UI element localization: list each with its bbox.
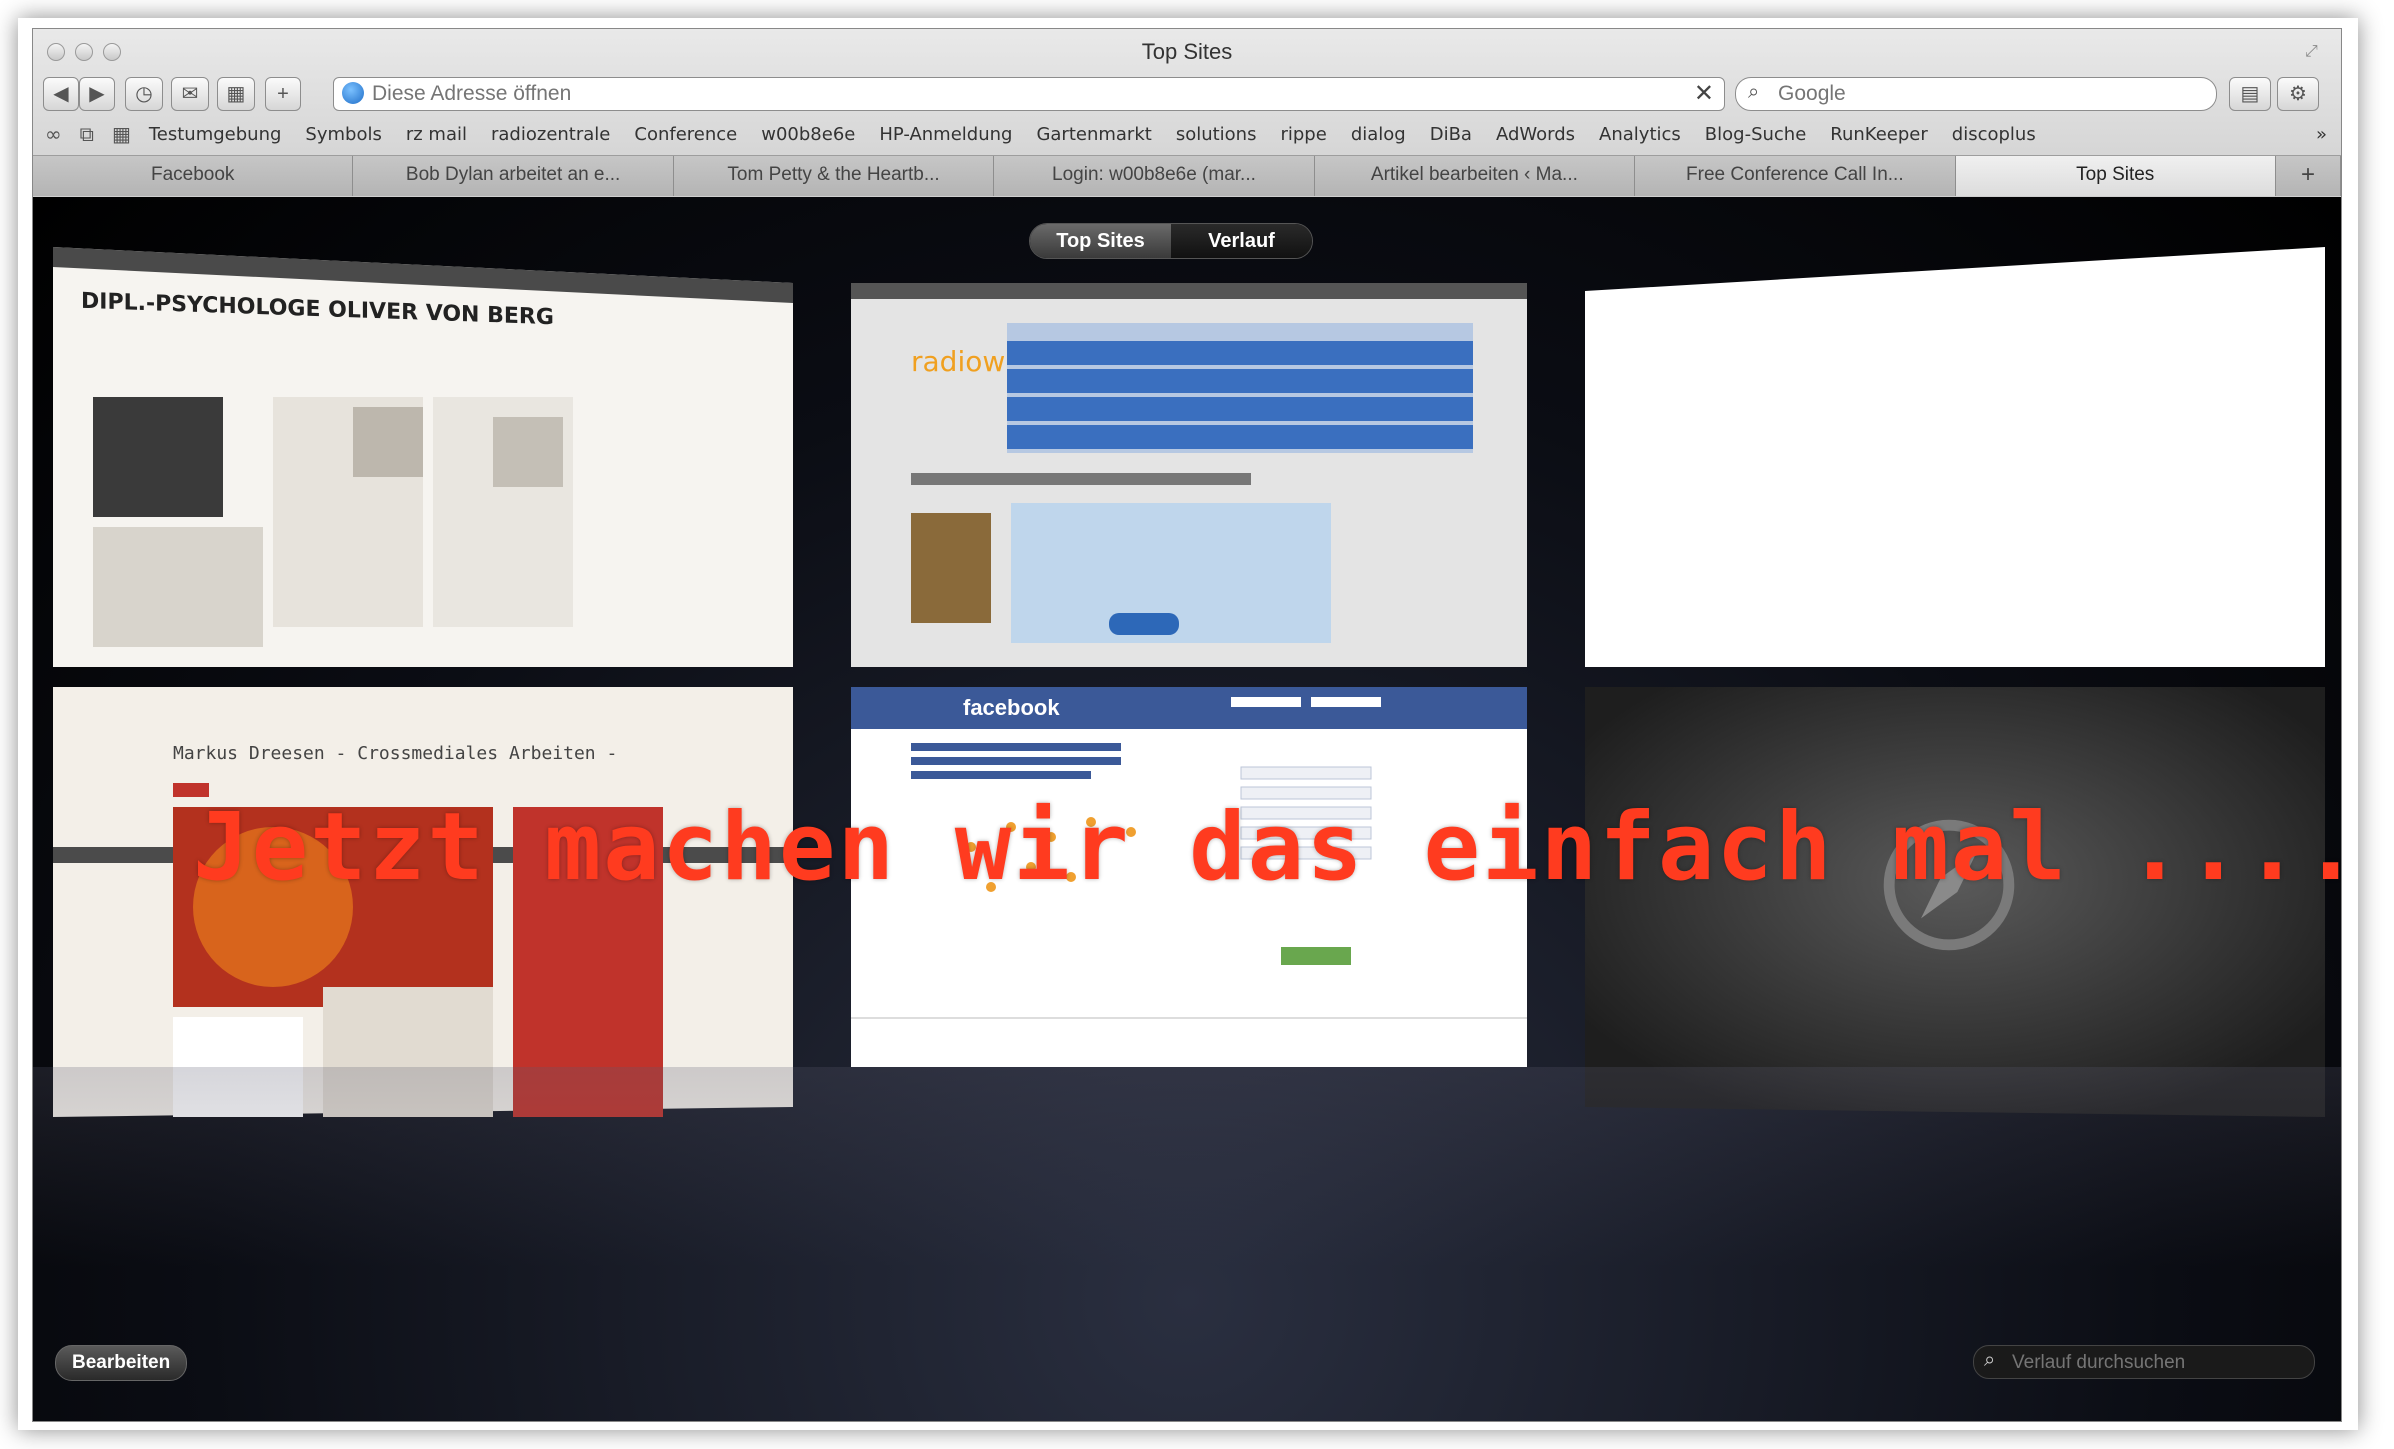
edit-button[interactable]: Bearbeiten	[55, 1345, 188, 1381]
bookmark-item[interactable]: rz mail	[406, 124, 467, 145]
floor-reflection	[33, 1067, 2341, 1267]
top-sites-view: Top Sites Verlauf DIPL.-PSYCHOLOGE OLIVE…	[33, 197, 2341, 1421]
tile-blank[interactable]	[1585, 247, 2325, 667]
tab-top-sites-view[interactable]: Top Sites	[1030, 224, 1171, 258]
bookmarks-book-icon[interactable]: ⧉	[80, 122, 94, 146]
tile-safari[interactable]	[1585, 687, 2325, 1117]
search-icon: ⌕	[1984, 1349, 1996, 1371]
bookmark-item[interactable]: dialog	[1351, 124, 1406, 145]
tab[interactable]: Facebook	[33, 156, 354, 196]
overlay-caption: Jetzt machen wir das einfach mal ....	[193, 793, 2342, 902]
tab-bar: Facebook Bob Dylan arbeitet an e... Tom …	[33, 155, 2341, 196]
address-bar[interactable]: ✕	[333, 77, 1725, 111]
view-switcher: Top Sites Verlauf	[1029, 223, 1313, 259]
bookmark-item[interactable]: Analytics	[1599, 124, 1681, 145]
back-button[interactable]: ◀	[43, 77, 79, 111]
tile-heading: radiow	[911, 345, 1006, 378]
stop-icon[interactable]: ✕	[1694, 78, 1714, 110]
history-search-input[interactable]	[2010, 1349, 2304, 1377]
mail-icon[interactable]: ✉	[171, 77, 209, 111]
bookmark-item[interactable]: discoplus	[1952, 124, 2036, 145]
browser-chrome: Top Sites ⤢ ◀ ▶ ◷ ✉ ▦ + ✕ ⌕ ▤ ⚙ ∞ ⧉ ▦	[33, 29, 2341, 198]
history-icon[interactable]: ◷	[125, 77, 163, 111]
tab[interactable]: Bob Dylan arbeitet an e...	[353, 156, 674, 196]
tab[interactable]: Tom Petty & the Heartb...	[674, 156, 995, 196]
bookmark-item[interactable]: HP-Anmeldung	[879, 124, 1012, 145]
bookmark-item[interactable]: solutions	[1176, 124, 1257, 145]
bookmark-item[interactable]: AdWords	[1496, 124, 1575, 145]
tile-heading: Markus Dreesen - Crossmediales Arbeiten …	[173, 743, 618, 764]
bookmark-item[interactable]: DiBa	[1430, 124, 1472, 145]
search-field[interactable]: ⌕	[1735, 77, 2217, 111]
tab[interactable]: Login: w00b8e6e (mar...	[994, 156, 1315, 196]
search-input[interactable]	[1776, 80, 2200, 108]
fullscreen-icon[interactable]: ⤢	[2305, 43, 2323, 61]
reader-glasses-icon[interactable]: ∞	[45, 122, 62, 146]
new-tab-button[interactable]: +	[2276, 156, 2341, 196]
forward-button[interactable]: ▶	[79, 77, 115, 111]
bookmark-item[interactable]: rippe	[1280, 124, 1326, 145]
tile-dreesen[interactable]: Markus Dreesen - Crossmediales Arbeiten …	[53, 687, 793, 1117]
bookmark-item[interactable]: Conference	[634, 124, 737, 145]
bookmark-item[interactable]: Blog-Suche	[1705, 124, 1807, 145]
settings-icon[interactable]: ⚙	[2277, 77, 2319, 111]
search-icon: ⌕	[1748, 81, 1760, 103]
more-bookmarks-icon[interactable]: »	[2316, 124, 2327, 145]
window-title: Top Sites	[1141, 39, 1233, 64]
bookmark-item[interactable]: radiozentrale	[491, 124, 610, 145]
topsites-bar-icon[interactable]: ▦	[112, 122, 131, 146]
bookmark-item[interactable]: Gartenmarkt	[1036, 124, 1151, 145]
bookmark-item[interactable]: Testumgebung	[149, 124, 282, 145]
url-input[interactable]	[370, 80, 1674, 108]
bookmark-item[interactable]: RunKeeper	[1830, 124, 1927, 145]
add-bookmark-button[interactable]: +	[265, 77, 301, 111]
globe-icon	[342, 82, 364, 104]
history-search-field[interactable]: ⌕	[1973, 1345, 2315, 1379]
browser-window: Top Sites ⤢ ◀ ▶ ◷ ✉ ▦ + ✕ ⌕ ▤ ⚙ ∞ ⧉ ▦	[32, 28, 2342, 1422]
topsites-grid-icon[interactable]: ▦	[217, 77, 255, 111]
tile-radio[interactable]: radiow	[851, 283, 1527, 667]
tile-heading: facebook	[963, 695, 1060, 720]
bookmark-item[interactable]: Symbols	[305, 124, 381, 145]
bookmarks-bar: ∞ ⧉ ▦ Testumgebung Symbols rz mail radio…	[33, 117, 2341, 151]
toolbar: ◀ ▶ ◷ ✉ ▦ + ✕ ⌕ ▤ ⚙	[33, 77, 2341, 117]
bookmark-item[interactable]: w00b8e6e	[761, 124, 855, 145]
tab[interactable]: Artikel bearbeiten ‹ Ma...	[1315, 156, 1636, 196]
tab-top-sites[interactable]: Top Sites	[1955, 156, 2276, 196]
tab[interactable]: Free Conference Call In...	[1635, 156, 1956, 196]
page-menu-icon[interactable]: ▤	[2229, 77, 2271, 111]
tile-psychologe[interactable]: DIPL.-PSYCHOLOGE OLIVER VON BERG	[53, 247, 793, 667]
tab-history-view[interactable]: Verlauf	[1171, 224, 1312, 258]
